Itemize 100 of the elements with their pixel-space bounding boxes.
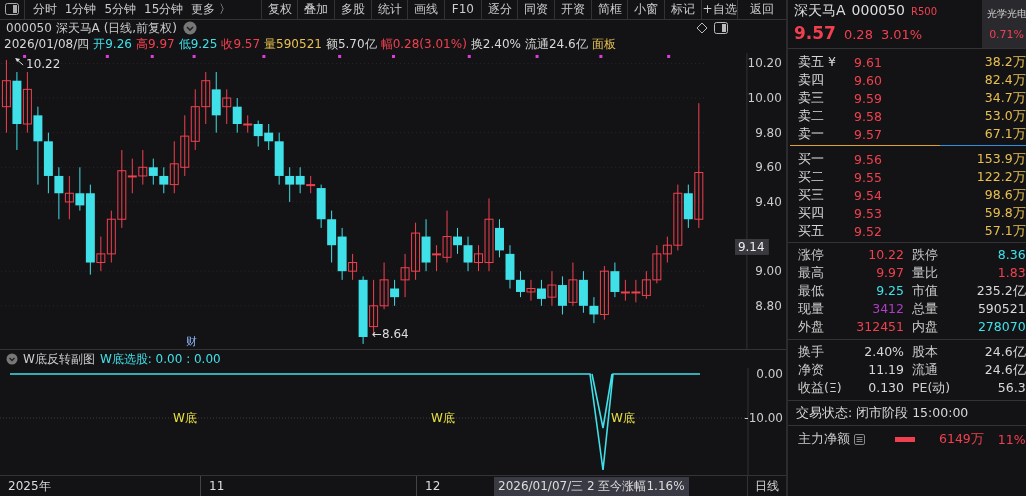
candlestick bbox=[599, 265, 609, 321]
price-axis-label: 10.00 bbox=[747, 90, 782, 105]
quote-field: 流通24.6亿 bbox=[524, 36, 588, 54]
high-pointer-icon bbox=[15, 57, 24, 66]
high-price-label: 10.22 bbox=[26, 56, 61, 71]
order-level-label: 买一 bbox=[798, 150, 825, 168]
order-price: 9.58 bbox=[854, 109, 883, 125]
candlestick bbox=[463, 235, 473, 272]
collapse-icon[interactable] bbox=[6, 353, 18, 366]
stat-label: 跌停 bbox=[912, 246, 939, 264]
order-level-label: 买五 bbox=[798, 223, 825, 241]
cursor-date-label: 2026/01/07/三 2 至今涨幅1.16% bbox=[494, 476, 689, 496]
stat-label: PE(动) bbox=[912, 379, 952, 397]
toolbar-button[interactable]: 统计 bbox=[371, 0, 409, 19]
stat-value: 235.2亿 bbox=[975, 282, 1026, 300]
stat-value: 9.97 bbox=[875, 264, 905, 282]
order-price: 9.56 bbox=[854, 151, 883, 167]
price-axis-label: 10.20 bbox=[747, 56, 782, 71]
flow-label: 主力净额 bbox=[798, 430, 850, 448]
toolbar-button[interactable]: 同资 bbox=[518, 0, 556, 19]
trade-status: 交易状态: 闭市阶段 15:00:00 bbox=[796, 404, 969, 420]
order-volume: 53.0万 bbox=[983, 108, 1026, 126]
toolbar-button[interactable]: 复权 bbox=[261, 0, 299, 19]
price-axis-label: 9.00 bbox=[755, 264, 782, 279]
diamond-icon[interactable] bbox=[696, 22, 708, 35]
candlestick bbox=[348, 253, 358, 281]
stat-label: 收益(Ξ) bbox=[798, 379, 843, 397]
toolbar-button[interactable]: 多股 bbox=[335, 0, 372, 19]
quote-field: 收9.57 bbox=[221, 36, 261, 54]
quote-field: 额5.70亿 bbox=[325, 36, 377, 54]
order-volume: 59.8万 bbox=[983, 205, 1026, 223]
candlestick bbox=[75, 166, 85, 212]
candlestick bbox=[515, 270, 525, 298]
order-price: 9.53 bbox=[854, 206, 883, 222]
period-tab[interactable]: 1分钟 bbox=[64, 0, 97, 18]
sector-card[interactable]: 光学光电 0.71% bbox=[981, 0, 1026, 48]
price-axis-label: 9.60 bbox=[755, 160, 782, 175]
order-volume: 153.9万 bbox=[975, 150, 1026, 168]
toolbar-button[interactable]: 画线 bbox=[408, 0, 446, 19]
toolbar-button[interactable]: 开资 bbox=[555, 0, 592, 19]
quote-field: 换2.40% bbox=[470, 36, 521, 54]
order-volume: 57.1万 bbox=[983, 223, 1026, 241]
panel-toggle-icon[interactable] bbox=[714, 22, 728, 35]
toolbar-button[interactable]: 逐分 bbox=[481, 0, 519, 19]
toolbar-button[interactable]: 标记 bbox=[665, 0, 702, 19]
stat-label: 内盘 bbox=[912, 318, 939, 336]
toolbar-button[interactable]: +自选 bbox=[701, 0, 739, 19]
quote-field: 高9.97 bbox=[135, 36, 175, 54]
signal-label: W底 bbox=[611, 411, 635, 426]
stat-value: 2.40% bbox=[863, 343, 905, 361]
order-price: 9.57 bbox=[854, 127, 883, 143]
stat-label: 总量 bbox=[912, 300, 939, 318]
toolbar-button[interactable]: 返回 bbox=[738, 0, 786, 19]
stat-value: 278070 bbox=[976, 318, 1026, 336]
stat-label: 现量 bbox=[798, 300, 825, 318]
stat-value: 1.83 bbox=[996, 264, 1026, 282]
candlestick bbox=[96, 235, 106, 272]
stat-value: 8.36 bbox=[996, 246, 1026, 264]
sidebar-toggle-icon[interactable] bbox=[4, 3, 19, 16]
stock-name: 深天马A bbox=[794, 2, 846, 20]
list-icon[interactable] bbox=[854, 433, 865, 445]
stat-value: 9.25 bbox=[875, 282, 905, 300]
period-tab[interactable]: 15分钟 bbox=[144, 0, 184, 18]
candlestick bbox=[22, 71, 32, 134]
candlestick bbox=[526, 279, 536, 302]
stat-label: 净资 bbox=[798, 361, 825, 379]
period-tab[interactable]: 5分钟 bbox=[104, 0, 137, 18]
period-tab[interactable]: 分时 bbox=[32, 0, 57, 18]
order-volume: 38.2万 bbox=[983, 53, 1026, 71]
stat-value: 10.22 bbox=[867, 246, 905, 264]
price-axis-label: 9.40 bbox=[755, 194, 782, 209]
order-volume: 67.1万 bbox=[983, 126, 1026, 144]
candlestick bbox=[694, 102, 704, 229]
order-price: 9.55 bbox=[854, 169, 883, 185]
order-level-label: 买四 bbox=[798, 205, 825, 223]
stat-label: 量比 bbox=[912, 264, 939, 282]
toolbar-button[interactable]: 小窗 bbox=[628, 0, 666, 19]
stat-value: 56.3 bbox=[996, 379, 1026, 397]
order-level-label: 卖五 ¥ bbox=[798, 53, 837, 71]
stat-value: 590521 bbox=[976, 300, 1026, 318]
order-level-label: 卖二 bbox=[798, 108, 825, 126]
price-axis-label: 8.80 bbox=[755, 298, 782, 313]
stat-value: 24.6亿 bbox=[983, 343, 1026, 361]
order-level-label: 卖四 bbox=[798, 71, 825, 89]
quote-field: 量590521 bbox=[264, 36, 322, 54]
order-price: 9.52 bbox=[854, 224, 883, 240]
toolbar-button[interactable]: 叠加 bbox=[298, 0, 336, 19]
candlestick bbox=[557, 275, 567, 315]
flow-amount: 6149万 bbox=[939, 430, 984, 448]
candlestick bbox=[54, 166, 64, 220]
price-change: 0.28 bbox=[843, 27, 873, 42]
indicator-axis-label: 0.00 bbox=[756, 368, 783, 382]
stat-value: 24.6亿 bbox=[983, 361, 1026, 379]
period-tab[interactable]: 更多 〉 bbox=[191, 0, 232, 18]
toolbar-button[interactable]: 简框 bbox=[591, 0, 629, 19]
order-level-label: 买三 bbox=[798, 186, 825, 204]
stat-value: 3412 bbox=[871, 300, 905, 318]
time-axis-label: 11 bbox=[200, 476, 416, 496]
dropdown-icon[interactable] bbox=[182, 21, 197, 36]
toolbar-button[interactable]: F10 bbox=[445, 0, 482, 19]
